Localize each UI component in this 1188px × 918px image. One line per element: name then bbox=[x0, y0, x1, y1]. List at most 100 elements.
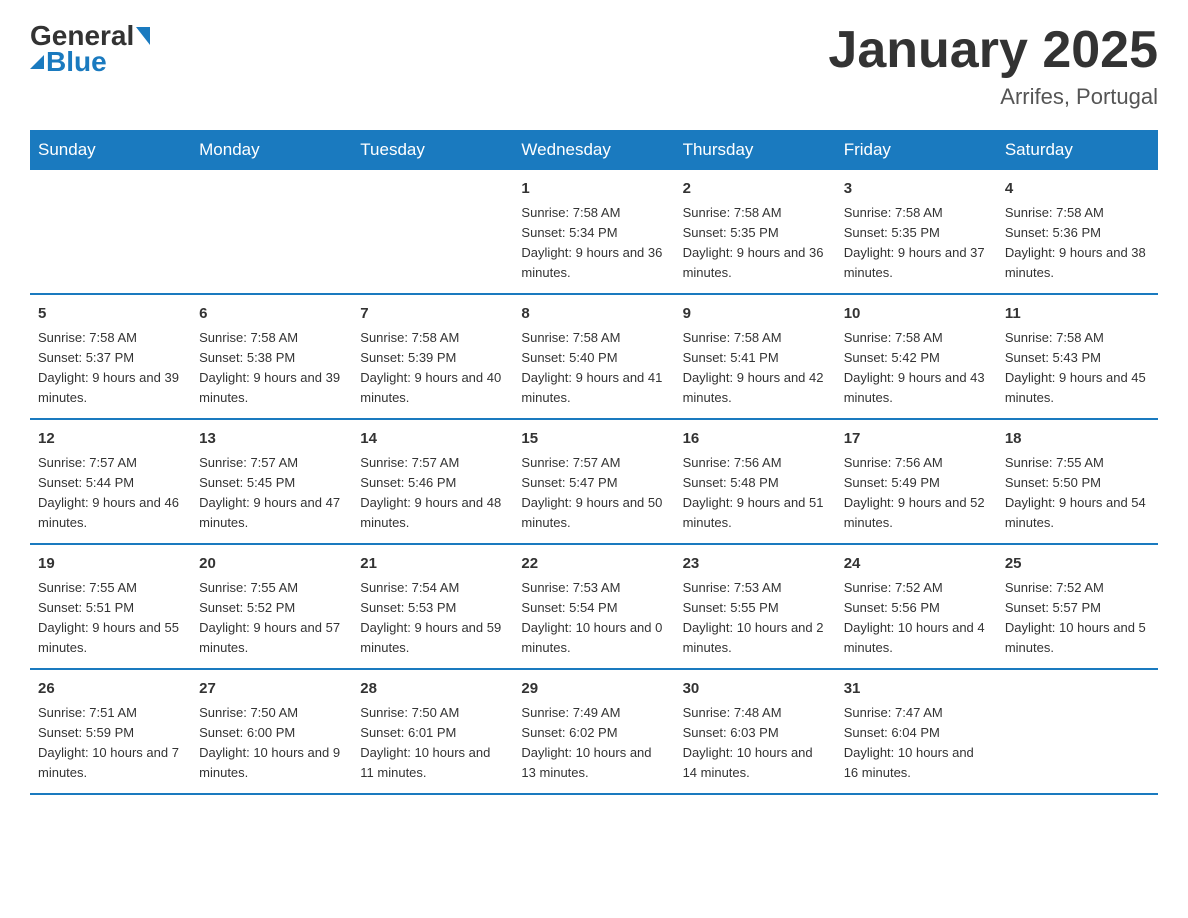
calendar-cell: 4Sunrise: 7:58 AMSunset: 5:36 PMDaylight… bbox=[997, 170, 1158, 294]
day-number: 27 bbox=[199, 678, 344, 701]
day-info: Sunrise: 7:58 AMSunset: 5:38 PMDaylight:… bbox=[199, 330, 340, 405]
day-info: Sunrise: 7:57 AMSunset: 5:46 PMDaylight:… bbox=[360, 455, 501, 530]
day-info: Sunrise: 7:58 AMSunset: 5:35 PMDaylight:… bbox=[844, 205, 985, 280]
day-info: Sunrise: 7:57 AMSunset: 5:44 PMDaylight:… bbox=[38, 455, 179, 530]
day-number: 14 bbox=[360, 428, 505, 451]
logo: General Blue bbox=[30, 20, 152, 78]
day-number: 10 bbox=[844, 303, 989, 326]
day-info: Sunrise: 7:58 AMSunset: 5:41 PMDaylight:… bbox=[683, 330, 824, 405]
day-number: 5 bbox=[38, 303, 183, 326]
logo-blue-text: Blue bbox=[46, 46, 107, 78]
day-info: Sunrise: 7:50 AMSunset: 6:01 PMDaylight:… bbox=[360, 705, 490, 780]
calendar-cell: 16 Sunrise: 7:56 AMSunset: 5:48 PMDayligh… bbox=[675, 419, 836, 544]
day-number: 22 bbox=[521, 553, 666, 576]
day-number: 6 bbox=[199, 303, 344, 326]
calendar-table: SundayMondayTuesdayWednesdayThursdayFrid… bbox=[30, 130, 1158, 795]
weekday-header-sunday: Sunday bbox=[30, 130, 191, 170]
day-number: 9 bbox=[683, 303, 828, 326]
calendar-cell: 25Sunrise: 7:52 AMSunset: 5:57 PMDayligh… bbox=[997, 544, 1158, 669]
weekday-header-friday: Friday bbox=[836, 130, 997, 170]
day-info: Sunrise: 7:58 AMSunset: 5:35 PMDaylight:… bbox=[683, 205, 824, 280]
day-info: Sunrise: 7:48 AMSunset: 6:03 PMDaylight:… bbox=[683, 705, 813, 780]
weekday-header-wednesday: Wednesday bbox=[513, 130, 674, 170]
week-row-1: 1 Sunrise: 7:58 AMSunset: 5:34 PMDaylight… bbox=[30, 170, 1158, 294]
calendar-cell: 14 Sunrise: 7:57 AMSunset: 5:46 PMDayligh… bbox=[352, 419, 513, 544]
day-number: 7 bbox=[360, 303, 505, 326]
day-number: 1 bbox=[521, 178, 666, 201]
calendar-cell: 9 Sunrise: 7:58 AMSunset: 5:41 PMDaylight… bbox=[675, 294, 836, 419]
calendar-cell: 24 Sunrise: 7:52 AMSunset: 5:56 PMDayligh… bbox=[836, 544, 997, 669]
day-info: Sunrise: 7:56 AMSunset: 5:48 PMDaylight:… bbox=[683, 455, 824, 530]
day-number: 20 bbox=[199, 553, 344, 576]
calendar-cell: 28 Sunrise: 7:50 AMSunset: 6:01 PMDayligh… bbox=[352, 669, 513, 794]
calendar-cell: 13 Sunrise: 7:57 AMSunset: 5:45 PMDayligh… bbox=[191, 419, 352, 544]
day-number: 11 bbox=[1005, 303, 1150, 326]
day-number: 12 bbox=[38, 428, 183, 451]
day-number: 17 bbox=[844, 428, 989, 451]
calendar-cell: 22Sunrise: 7:53 AMSunset: 5:54 PMDayligh… bbox=[513, 544, 674, 669]
day-number: 2 bbox=[683, 178, 828, 201]
weekday-header-tuesday: Tuesday bbox=[352, 130, 513, 170]
day-number: 15 bbox=[521, 428, 666, 451]
day-info: Sunrise: 7:49 AMSunset: 6:02 PMDaylight:… bbox=[521, 705, 651, 780]
weekday-header-thursday: Thursday bbox=[675, 130, 836, 170]
day-info: Sunrise: 7:57 AMSunset: 5:45 PMDaylight:… bbox=[199, 455, 340, 530]
day-info: Sunrise: 7:58 AMSunset: 5:40 PMDaylight:… bbox=[521, 330, 662, 405]
day-number: 18 bbox=[1005, 428, 1150, 451]
calendar-cell: 21 Sunrise: 7:54 AMSunset: 5:53 PMDayligh… bbox=[352, 544, 513, 669]
day-number: 16 bbox=[683, 428, 828, 451]
calendar-cell: 19 Sunrise: 7:55 AMSunset: 5:51 PMDayligh… bbox=[30, 544, 191, 669]
calendar-cell bbox=[191, 170, 352, 294]
day-info: Sunrise: 7:55 AMSunset: 5:51 PMDaylight:… bbox=[38, 580, 179, 655]
calendar-cell: 20 Sunrise: 7:55 AMSunset: 5:52 PMDayligh… bbox=[191, 544, 352, 669]
day-number: 21 bbox=[360, 553, 505, 576]
calendar-cell: 31Sunrise: 7:47 AMSunset: 6:04 PMDayligh… bbox=[836, 669, 997, 794]
day-info: Sunrise: 7:55 AMSunset: 5:50 PMDaylight:… bbox=[1005, 455, 1146, 530]
day-number: 28 bbox=[360, 678, 505, 701]
day-info: Sunrise: 7:52 AMSunset: 5:57 PMDaylight:… bbox=[1005, 580, 1146, 655]
day-number: 23 bbox=[683, 553, 828, 576]
calendar-cell: 10 Sunrise: 7:58 AMSunset: 5:42 PMDayligh… bbox=[836, 294, 997, 419]
day-info: Sunrise: 7:58 AMSunset: 5:42 PMDaylight:… bbox=[844, 330, 985, 405]
week-row-5: 26 Sunrise: 7:51 AMSunset: 5:59 PMDayligh… bbox=[30, 669, 1158, 794]
logo-arrow-icon bbox=[136, 27, 150, 45]
weekday-header-row: SundayMondayTuesdayWednesdayThursdayFrid… bbox=[30, 130, 1158, 170]
calendar-cell bbox=[352, 170, 513, 294]
day-info: Sunrise: 7:51 AMSunset: 5:59 PMDaylight:… bbox=[38, 705, 179, 780]
day-number: 26 bbox=[38, 678, 183, 701]
calendar-subtitle: Arrifes, Portugal bbox=[828, 84, 1158, 110]
day-number: 24 bbox=[844, 553, 989, 576]
day-info: Sunrise: 7:58 AMSunset: 5:34 PMDaylight:… bbox=[521, 205, 662, 280]
day-info: Sunrise: 7:50 AMSunset: 6:00 PMDaylight:… bbox=[199, 705, 340, 780]
day-number: 4 bbox=[1005, 178, 1150, 201]
day-number: 30 bbox=[683, 678, 828, 701]
day-info: Sunrise: 7:58 AMSunset: 5:43 PMDaylight:… bbox=[1005, 330, 1146, 405]
calendar-cell: 8 Sunrise: 7:58 AMSunset: 5:40 PMDaylight… bbox=[513, 294, 674, 419]
calendar-cell: 29Sunrise: 7:49 AMSunset: 6:02 PMDayligh… bbox=[513, 669, 674, 794]
day-number: 19 bbox=[38, 553, 183, 576]
calendar-cell: 1 Sunrise: 7:58 AMSunset: 5:34 PMDaylight… bbox=[513, 170, 674, 294]
calendar-cell: 15Sunrise: 7:57 AMSunset: 5:47 PMDayligh… bbox=[513, 419, 674, 544]
day-info: Sunrise: 7:53 AMSunset: 5:55 PMDaylight:… bbox=[683, 580, 824, 655]
calendar-cell: 11 Sunrise: 7:58 AMSunset: 5:43 PMDayligh… bbox=[997, 294, 1158, 419]
week-row-4: 19 Sunrise: 7:55 AMSunset: 5:51 PMDayligh… bbox=[30, 544, 1158, 669]
calendar-cell: 2 Sunrise: 7:58 AMSunset: 5:35 PMDaylight… bbox=[675, 170, 836, 294]
day-number: 31 bbox=[844, 678, 989, 701]
calendar-title: January 2025 bbox=[828, 20, 1158, 80]
day-info: Sunrise: 7:58 AMSunset: 5:39 PMDaylight:… bbox=[360, 330, 501, 405]
day-info: Sunrise: 7:56 AMSunset: 5:49 PMDaylight:… bbox=[844, 455, 985, 530]
day-number: 3 bbox=[844, 178, 989, 201]
calendar-cell: 7 Sunrise: 7:58 AMSunset: 5:39 PMDaylight… bbox=[352, 294, 513, 419]
page-header: General Blue January 2025 Arrifes, Portu… bbox=[30, 20, 1158, 110]
weekday-header-saturday: Saturday bbox=[997, 130, 1158, 170]
day-info: Sunrise: 7:52 AMSunset: 5:56 PMDaylight:… bbox=[844, 580, 985, 655]
day-info: Sunrise: 7:55 AMSunset: 5:52 PMDaylight:… bbox=[199, 580, 340, 655]
week-row-2: 5Sunrise: 7:58 AMSunset: 5:37 PMDaylight… bbox=[30, 294, 1158, 419]
calendar-cell: 17 Sunrise: 7:56 AMSunset: 5:49 PMDayligh… bbox=[836, 419, 997, 544]
day-info: Sunrise: 7:54 AMSunset: 5:53 PMDaylight:… bbox=[360, 580, 501, 655]
calendar-cell: 6 Sunrise: 7:58 AMSunset: 5:38 PMDaylight… bbox=[191, 294, 352, 419]
calendar-cell: 12 Sunrise: 7:57 AMSunset: 5:44 PMDayligh… bbox=[30, 419, 191, 544]
day-number: 8 bbox=[521, 303, 666, 326]
day-number: 13 bbox=[199, 428, 344, 451]
weekday-header-monday: Monday bbox=[191, 130, 352, 170]
